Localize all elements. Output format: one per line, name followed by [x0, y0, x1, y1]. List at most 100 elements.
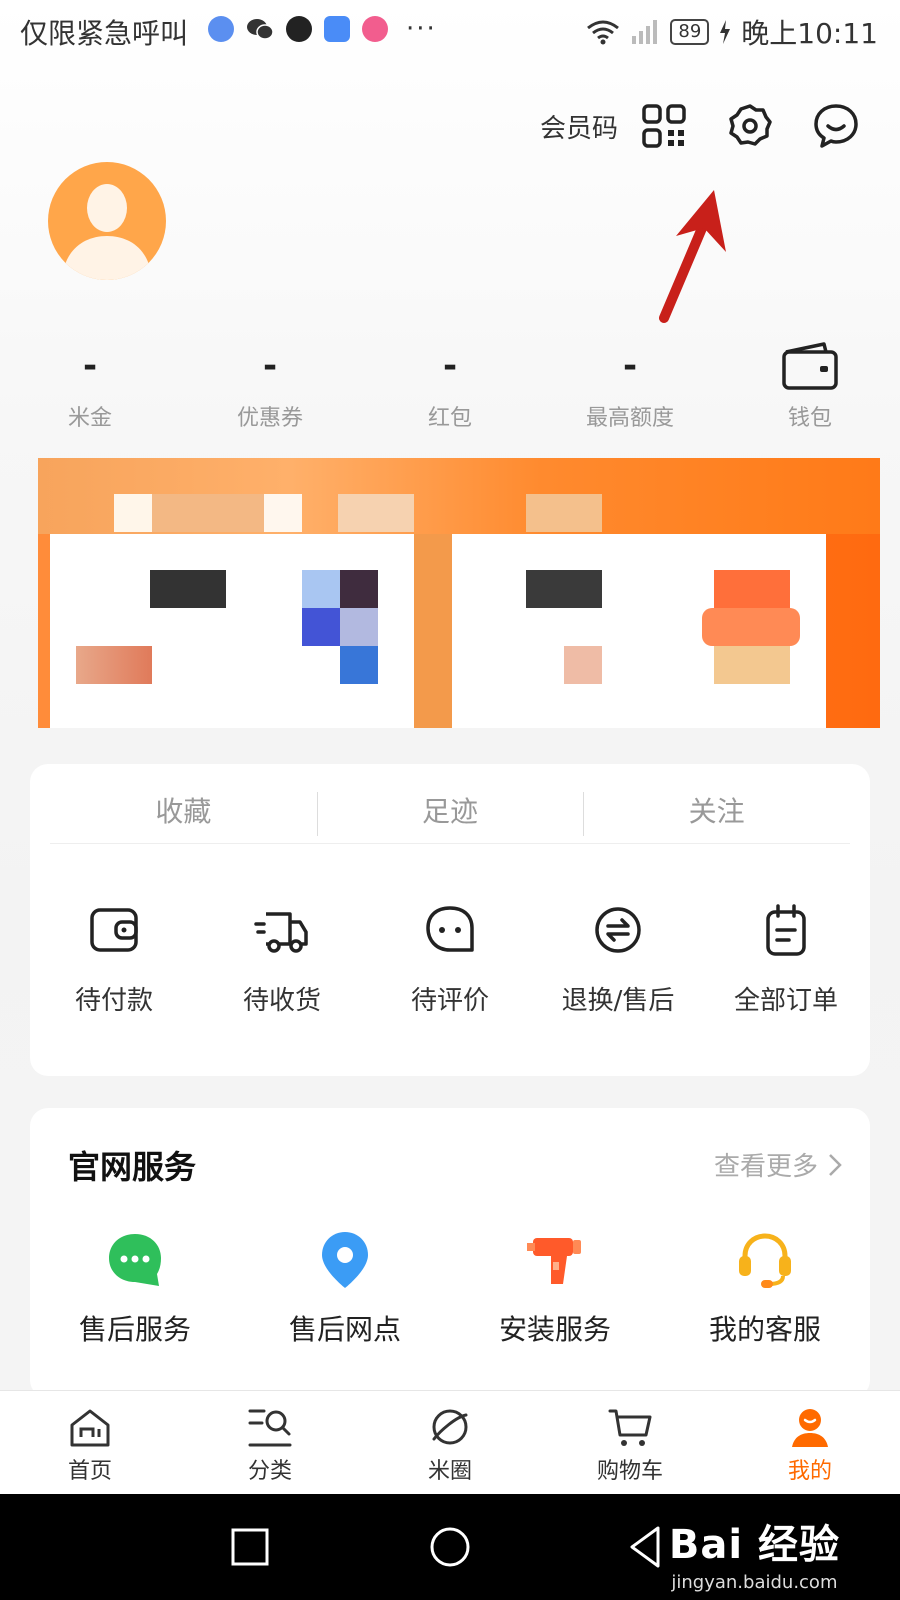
service-installation[interactable]: 安装服务: [450, 1228, 660, 1348]
service-customer-support[interactable]: 我的客服: [660, 1228, 870, 1348]
banner-pixel: [114, 494, 152, 532]
header-actions: 会员码: [540, 102, 860, 150]
tab-history[interactable]: 足迹: [316, 784, 584, 843]
banner-pixel: [714, 646, 790, 684]
wallet-icon: [782, 342, 838, 390]
tab-following[interactable]: 关注: [583, 784, 850, 843]
category-search-icon: [248, 1409, 292, 1447]
promo-banner[interactable]: [38, 458, 880, 728]
smile-app-icon: [286, 16, 312, 42]
wifi-icon: [587, 20, 620, 45]
recent-apps-icon[interactable]: [225, 1522, 275, 1572]
tab-label: 购物车: [596, 1459, 663, 1484]
banner-pixel: [702, 608, 800, 646]
stat-max-limit[interactable]: - 最高额度: [570, 340, 690, 432]
banner-divider: [414, 534, 452, 728]
message-icon[interactable]: [812, 102, 860, 150]
watermark: Bai 经验 jingyan.baidu.com: [669, 1512, 840, 1593]
banner-pixel: [340, 570, 378, 608]
stat-value: -: [82, 346, 98, 386]
account-stats: - 米金 - 优惠券 - 红包 - 最高额度 钱包: [0, 340, 900, 440]
banner-pixel: [340, 646, 378, 684]
service-outlets[interactable]: 售后网点: [240, 1228, 450, 1348]
order-card: 收藏 足迹 关注 待付款 待收货 待评价 退换/售后 全部订单: [30, 764, 870, 1076]
stat-label: 米金: [67, 406, 112, 431]
charging-icon: [720, 20, 731, 44]
annotation-arrow: [659, 190, 726, 323]
stat-label: 最高额度: [585, 406, 674, 431]
drill-icon: [527, 1238, 581, 1284]
tab-categories[interactable]: 分类: [180, 1391, 360, 1494]
battery-level: 89: [670, 19, 710, 45]
order-label: 待评价: [410, 986, 489, 1016]
order-returns[interactable]: 退换/售后: [534, 900, 702, 1017]
avatar[interactable]: [48, 162, 166, 280]
watermark-main: Bai 经验: [668, 1522, 840, 1568]
signal-icon: [632, 20, 658, 44]
service-more-link[interactable]: 查看更多: [714, 1146, 842, 1183]
tab-profile[interactable]: 我的: [720, 1391, 900, 1494]
qr-code-icon[interactable]: [640, 102, 688, 150]
tab-label: 首页: [67, 1459, 112, 1484]
watermark-sub: jingyan.baidu.com: [671, 1572, 838, 1593]
service-label: 我的客服: [708, 1313, 821, 1346]
tab-home[interactable]: 首页: [0, 1391, 180, 1494]
service-label: 售后服务: [78, 1313, 191, 1346]
order-shortcuts: 待付款 待收货 待评价 退换/售后 全部订单: [30, 900, 870, 1017]
banner-pixel: [714, 570, 790, 608]
order-label: 待收货: [242, 986, 321, 1016]
default-avatar-icon: [62, 184, 152, 280]
stat-coupons[interactable]: - 优惠券: [210, 340, 330, 432]
system-navigation-bar: Bai 经验 jingyan.baidu.com: [0, 1494, 900, 1600]
banner-pixel: [150, 570, 226, 608]
stat-value: -: [442, 346, 458, 386]
bottom-tab-bar: 首页 分类 米圈 购物车 我的: [0, 1390, 900, 1494]
banner-pixel: [152, 494, 264, 532]
settings-gear-icon[interactable]: [726, 102, 774, 150]
location-pin-icon: [322, 1232, 368, 1288]
tab-favorites[interactable]: 收藏: [50, 784, 317, 843]
more-notifications: ···: [406, 14, 437, 44]
status-indicators: 89 晚上10:11: [586, 12, 878, 52]
bulb-app-icon: [324, 16, 350, 42]
tab-label: 分类: [247, 1459, 292, 1484]
banner-pixel: [264, 494, 302, 532]
service-items: 售后服务 售后网点 安装服务 我的客服: [30, 1228, 870, 1348]
stat-label: 优惠券: [236, 406, 303, 431]
order-all[interactable]: 全部订单: [702, 900, 870, 1017]
stat-red-packets[interactable]: - 红包: [390, 340, 510, 432]
tab-cart[interactable]: 购物车: [540, 1391, 720, 1494]
home-icon: [70, 1409, 110, 1447]
tab-label: 米圈: [427, 1459, 472, 1484]
delivery-truck-icon: [254, 912, 308, 953]
stat-label: 红包: [427, 406, 472, 431]
banner-pixel: [340, 608, 378, 646]
stat-mi-gold[interactable]: - 米金: [30, 340, 150, 432]
clipboard-icon: [766, 904, 806, 956]
banner-pixel: [302, 608, 340, 646]
browser-app-icon: [208, 16, 234, 42]
profile-icon: [792, 1409, 828, 1447]
banner-pixel: [302, 570, 340, 608]
review-chat-icon: [426, 906, 474, 952]
service-title: 官网服务: [68, 1148, 197, 1186]
status-time: 晚上10:11: [741, 17, 878, 50]
emergency-call-text: 仅限紧急呼叫: [20, 17, 189, 50]
order-pending-delivery[interactable]: 待收货: [198, 900, 366, 1017]
home-button-icon[interactable]: [425, 1522, 475, 1572]
tab-mi-circle[interactable]: 米圈: [360, 1391, 540, 1494]
banner-pixel: [526, 570, 602, 608]
order-label: 退换/售后: [561, 986, 675, 1016]
headset-icon: [739, 1233, 791, 1288]
back-button-icon[interactable]: [622, 1522, 672, 1572]
order-pending-review[interactable]: 待评价: [366, 900, 534, 1017]
order-pending-payment[interactable]: 待付款: [30, 900, 198, 1017]
service-after-sales[interactable]: 售后服务: [30, 1228, 240, 1348]
chat-bubble-icon: [109, 1234, 161, 1286]
planet-icon: [432, 1409, 468, 1445]
exchange-icon: [595, 907, 641, 953]
member-code-label[interactable]: 会员码: [540, 108, 618, 145]
collection-tabs: 收藏 足迹 关注: [50, 784, 850, 844]
stat-wallet[interactable]: 钱包: [750, 340, 870, 432]
status-bar: 仅限紧急呼叫 ··· 89 晚上10:11: [0, 0, 900, 64]
